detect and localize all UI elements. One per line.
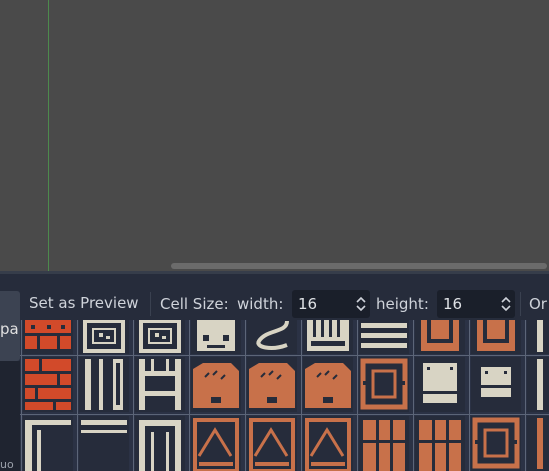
tile-planks[interactable] [359, 416, 409, 471]
grid-line-horizontal [20, 414, 549, 415]
tile-panel-small-icon [481, 367, 511, 397]
tile-dirt-left-icon [193, 363, 239, 408]
tile-box-orange[interactable] [359, 357, 409, 412]
height-label: height: [376, 295, 429, 313]
tile-dirt-mid[interactable] [247, 357, 297, 412]
tile-frame-cracked-icon [139, 320, 181, 353]
tile-crate-bottom[interactable] [415, 320, 465, 354]
tile-red-brick-icon [25, 359, 71, 410]
tile-column-partial[interactable] [527, 320, 549, 354]
spin-arrows-icon[interactable] [500, 295, 512, 313]
tile-crate-bottom-2-icon [477, 320, 515, 351]
tile-vent[interactable] [303, 320, 353, 354]
tile-panel-light[interactable] [415, 357, 465, 412]
sidebar-tab-label: par [0, 320, 21, 338]
tile-rails[interactable] [79, 357, 129, 412]
width-label: width: [237, 295, 284, 313]
tile-pillar-face[interactable] [191, 320, 241, 354]
tile-planks-icon [363, 420, 405, 471]
grid-line-vertical [21, 320, 22, 471]
sidebar-list[interactable] [0, 361, 20, 471]
toolbar-separator [150, 292, 151, 316]
tile-arch-mid[interactable] [247, 416, 297, 471]
tile-arch-mid-icon [249, 418, 295, 471]
tile-stripes-icon [361, 323, 407, 348]
tile-dirt-mid-icon [249, 363, 295, 408]
tile-column-partial-3-icon [537, 418, 543, 469]
tile-door-frame[interactable] [135, 416, 185, 471]
height-spinbox[interactable] [437, 290, 515, 318]
tile-panel-small[interactable] [471, 357, 521, 412]
tile-door-frame-icon [139, 420, 181, 471]
tile-rails-icon [85, 359, 123, 410]
tile-arch-left-icon [193, 418, 239, 471]
grid-line-vertical [469, 320, 470, 471]
width-spinbox[interactable] [292, 290, 370, 318]
grid-line-vertical [357, 320, 358, 471]
vertical-guide-line [48, 0, 49, 272]
tile-column-partial-3[interactable] [527, 416, 549, 471]
tile-dirt-left[interactable] [191, 357, 241, 412]
spin-arrows-icon[interactable] [355, 295, 367, 313]
grid-line-vertical [133, 320, 134, 471]
tile-arch-right-icon [305, 418, 351, 471]
grid-line-vertical [525, 320, 526, 471]
tile-column-partial-2-icon [537, 359, 543, 410]
tile-ladder-icon [139, 359, 181, 410]
horizontal-scrollbar[interactable] [171, 263, 547, 269]
tile-crate-bottom-icon [421, 320, 459, 351]
tile-red-brick-top[interactable] [23, 320, 73, 354]
height-input[interactable] [443, 294, 493, 314]
tile-wall-corner[interactable] [23, 416, 73, 471]
tile-crate-bottom-2[interactable] [471, 320, 521, 354]
sidebar-bottom-label: uo [0, 458, 14, 471]
grid-line-horizontal [20, 355, 549, 356]
tile-red-brick[interactable] [23, 357, 73, 412]
tile-stripes[interactable] [359, 320, 409, 354]
tile-red-brick-top-icon [25, 320, 71, 349]
grid-line-vertical [413, 320, 414, 471]
tile-wall-top-icon [81, 420, 127, 433]
tile-frame-dotted-icon [83, 320, 125, 353]
tile-arch-left[interactable] [191, 416, 241, 471]
tile-pipe-curve-icon [256, 320, 289, 350]
tile-box-orange-icon [360, 358, 408, 410]
set-as-preview-button[interactable]: Set as Preview [22, 290, 146, 318]
tile-frame-dotted[interactable] [79, 320, 129, 354]
tile-vent-icon [307, 320, 349, 351]
tile-atlas-grid[interactable] [20, 320, 549, 471]
grid-line-vertical [301, 320, 302, 471]
tile-dirt-right-icon [305, 363, 351, 408]
origin-label: Or [529, 295, 547, 313]
tile-pipe-curve[interactable] [247, 320, 297, 354]
grid-line-vertical [189, 320, 190, 471]
tile-wall-top[interactable] [79, 416, 129, 471]
tile-arch-right[interactable] [303, 416, 353, 471]
tile-frame-cracked[interactable] [135, 320, 185, 354]
tile-box-frame[interactable] [471, 416, 521, 471]
cell-size-label: Cell Size: [160, 295, 229, 313]
tile-planks-2-icon [419, 420, 461, 471]
set-as-preview-label: Set as Preview [29, 294, 139, 312]
tile-ladder[interactable] [135, 357, 185, 412]
canvas-viewport[interactable] [0, 0, 549, 272]
tile-column-partial-icon [537, 320, 543, 352]
tile-wall-corner-icon [25, 420, 71, 471]
tile-panel-light-icon [423, 363, 457, 403]
width-input[interactable] [298, 294, 348, 314]
tile-dirt-right[interactable] [303, 357, 353, 412]
tile-column-partial-2[interactable] [527, 357, 549, 412]
tile-planks-2[interactable] [415, 416, 465, 471]
toolbar-separator [520, 292, 521, 316]
tile-box-frame-icon [472, 417, 520, 469]
grid-line-vertical [245, 320, 246, 471]
tile-pillar-face-icon [197, 320, 235, 351]
grid-line-vertical [77, 320, 78, 471]
